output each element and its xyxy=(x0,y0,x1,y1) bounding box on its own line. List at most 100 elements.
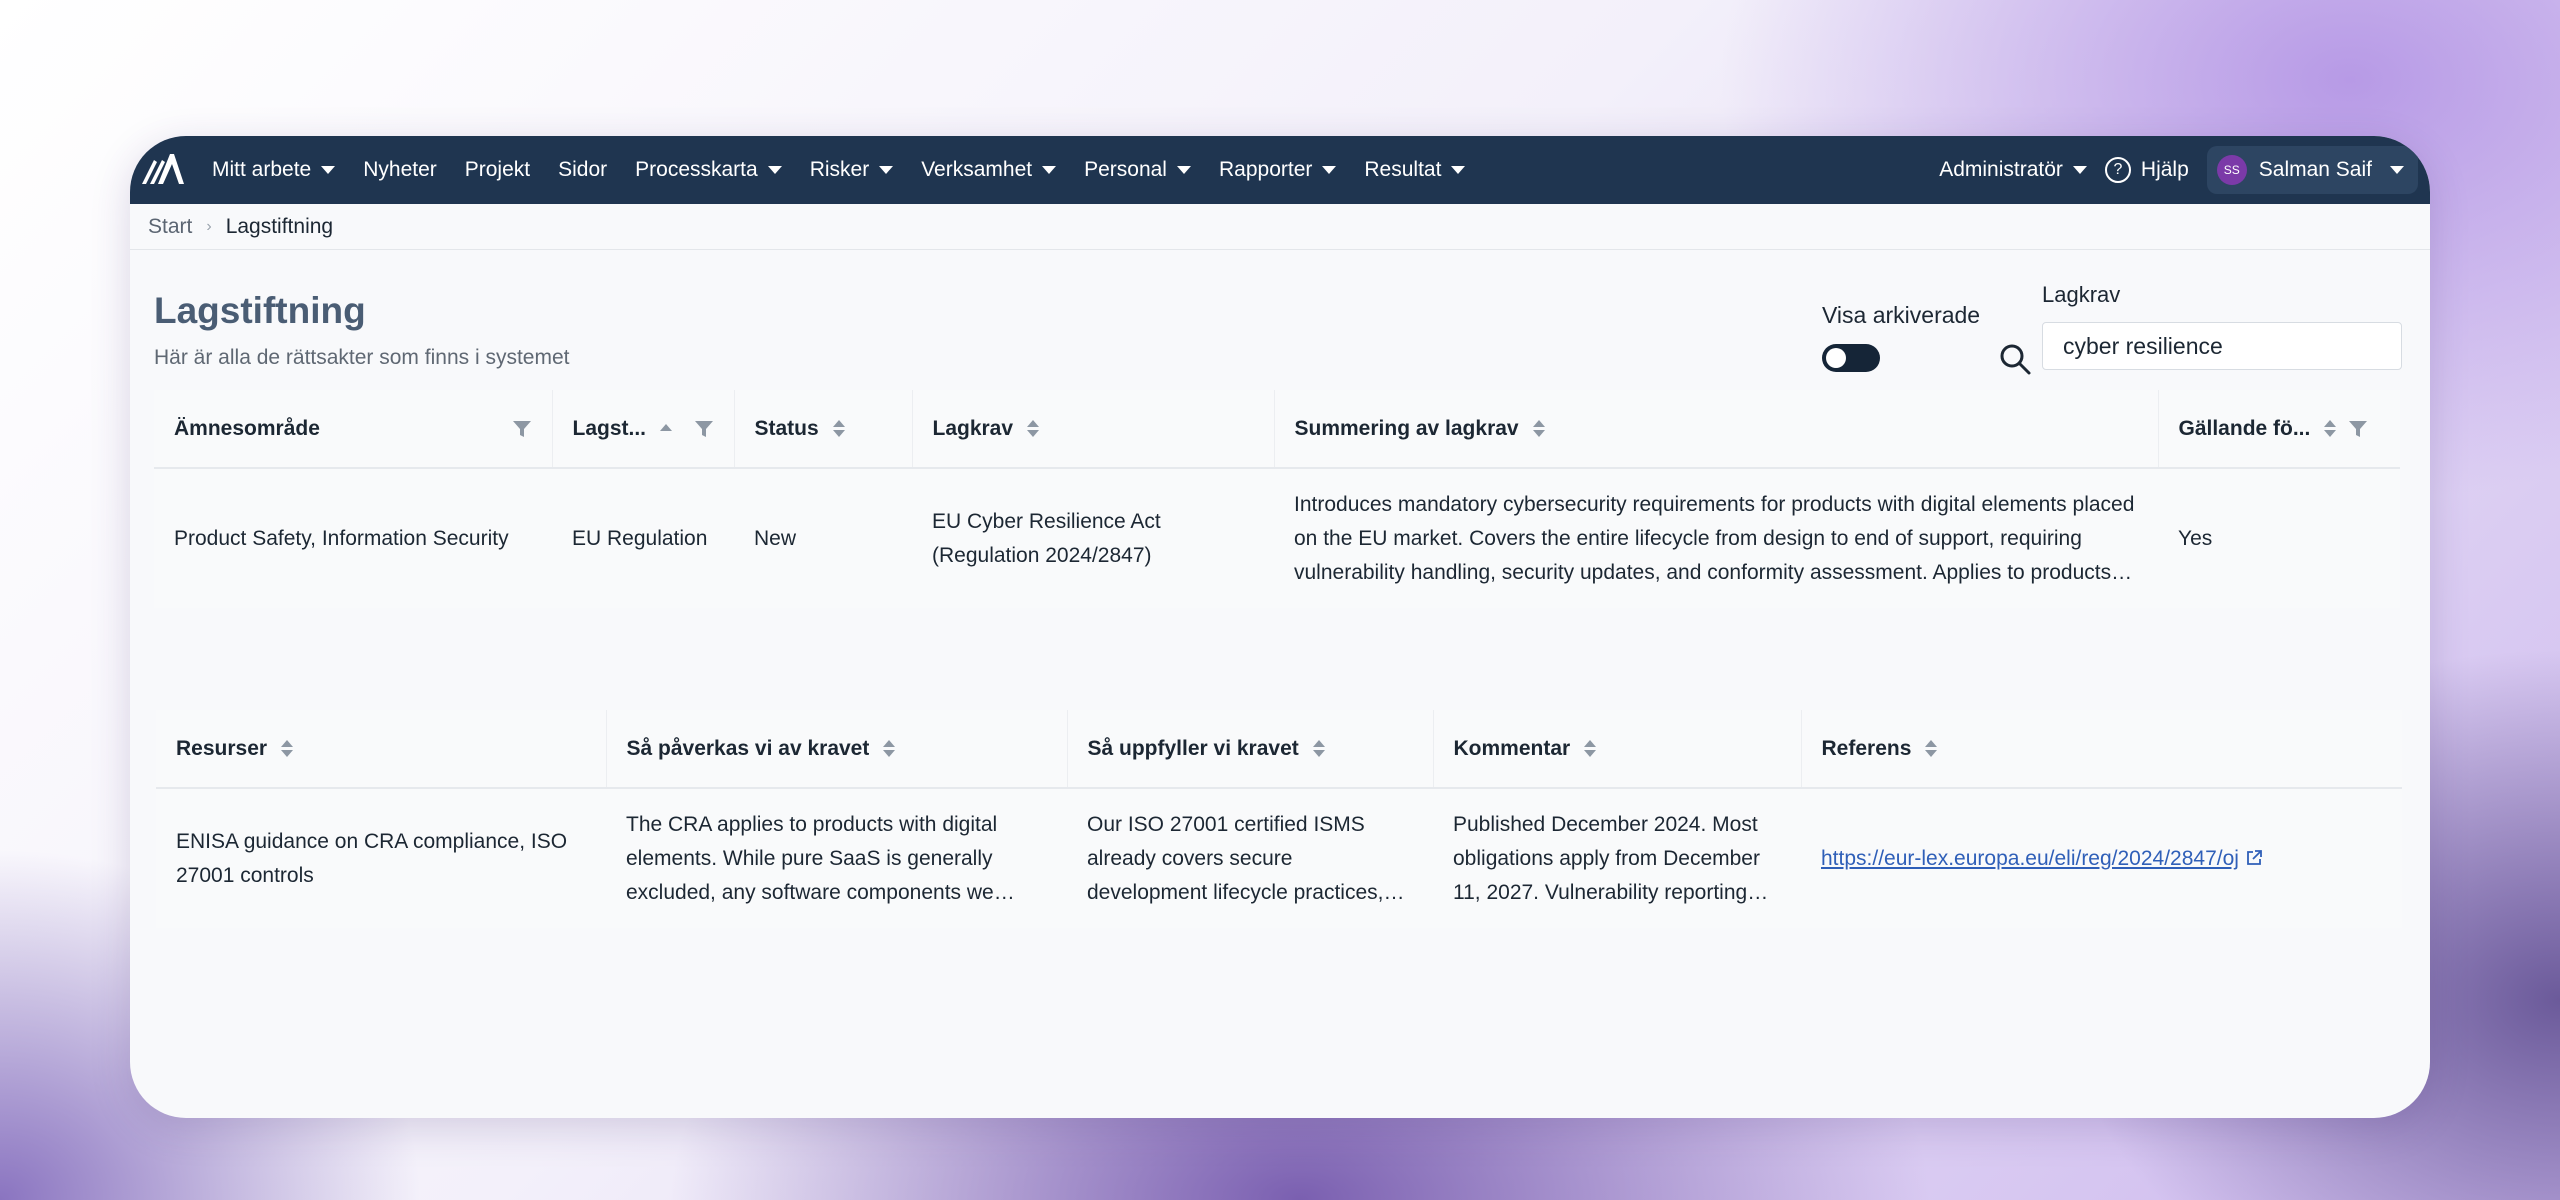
col-impact[interactable]: Så påverkas vi av kravet xyxy=(606,710,1068,789)
table-row[interactable]: ENISA guidance on CRA compliance, ISO 27… xyxy=(156,788,2402,928)
table-row[interactable]: Product Safety, Information Security EU … xyxy=(154,468,2400,608)
col-summary-label: Summering av lagkrav xyxy=(1294,416,1519,440)
cell-requirement: EU Cyber Resilience Act (Regulation 2024… xyxy=(932,509,1161,567)
admin-menu[interactable]: Administratör xyxy=(1939,158,2087,182)
chevron-down-icon xyxy=(879,166,894,174)
sort-icon[interactable] xyxy=(1027,420,1040,437)
col-applicable-label: Gällande fö... xyxy=(2178,416,2311,440)
col-subject-label: Ämnesområde xyxy=(174,416,320,440)
user-name: Salman Saif xyxy=(2258,158,2372,181)
nav-item-label: Projekt xyxy=(464,158,531,181)
chevron-down-icon xyxy=(2072,166,2087,174)
external-link-icon[interactable] xyxy=(2245,849,2263,867)
nav-item-nyheter[interactable]: Nyheter xyxy=(363,158,437,182)
help-icon: ? xyxy=(2104,157,2131,183)
search-icon[interactable] xyxy=(1998,342,2032,376)
col-fulfil-label: Så uppfyller vi kravet xyxy=(1087,736,1299,760)
filter-icon[interactable] xyxy=(512,419,532,439)
col-legislation[interactable]: Lagst... xyxy=(552,390,735,469)
cell-status: New xyxy=(754,526,797,550)
legislation-table: Ämnesområde Lagst... Status Lagkrav Summ… xyxy=(154,390,2400,608)
nav-item-personal[interactable]: Personal xyxy=(1084,158,1191,182)
nav-item-label: Rapporter xyxy=(1218,158,1313,181)
cell-fulfil: Our ISO 27001 certified ISMS already cov… xyxy=(1067,788,1433,928)
nav-item-verksamhet[interactable]: Verksamhet xyxy=(921,158,1057,182)
col-status[interactable]: Status xyxy=(734,390,913,469)
sort-icon[interactable] xyxy=(1925,740,1938,757)
search-label: Lagkrav xyxy=(2042,282,2121,307)
nav-item-risker[interactable]: Risker xyxy=(810,158,894,182)
nav-item-sidor[interactable]: Sidor xyxy=(558,158,607,182)
help-button[interactable]: ? Hjälp xyxy=(2104,157,2189,183)
nav-item-label: Processkarta xyxy=(635,158,758,181)
col-reference[interactable]: Referens xyxy=(1801,710,2402,789)
sort-icon[interactable] xyxy=(2324,420,2337,437)
reference-link[interactable]: https://eur-lex.europa.eu/eli/reg/2024/2… xyxy=(1821,847,2239,870)
nav-item-label: Verksamhet xyxy=(921,158,1033,181)
page-title: Lagstiftning xyxy=(154,290,366,331)
col-requirement[interactable]: Lagkrav xyxy=(912,390,1275,469)
cell-comment: Published December 2024. Most obligation… xyxy=(1433,788,1801,928)
col-reference-label: Referens xyxy=(1821,736,1912,760)
chevron-down-icon xyxy=(1322,166,1337,174)
col-summary[interactable]: Summering av lagkrav xyxy=(1274,390,2159,469)
user-menu[interactable]: SS Salman Saif xyxy=(2206,146,2418,194)
breadcrumb-current: Lagstiftning xyxy=(225,214,334,238)
search-input[interactable] xyxy=(2042,322,2402,370)
sort-icon[interactable] xyxy=(1312,740,1325,757)
nav-menu: Mitt arbete Nyheter Projekt Sidor Processkar… xyxy=(212,158,1493,182)
top-navbar: Mitt arbete Nyheter Projekt Sidor Processkar… xyxy=(130,136,2430,204)
toggle-knob xyxy=(1826,348,1846,368)
archived-toggle[interactable] xyxy=(1822,344,1880,372)
col-resources[interactable]: Resurser xyxy=(156,710,607,789)
app-window: Mitt arbete Nyheter Projekt Sidor Processkar… xyxy=(130,136,2430,1118)
nav-item-label: Risker xyxy=(809,158,870,181)
chevron-down-icon xyxy=(1176,166,1191,174)
nav-item-label: Resultat xyxy=(1364,158,1442,181)
help-label: Hjälp xyxy=(2140,158,2189,181)
nav-item-processkarta[interactable]: Processkarta xyxy=(635,158,782,182)
table-header-row: Ämnesområde Lagst... Status Lagkrav Summ… xyxy=(154,390,2400,469)
breadcrumb: Start › Lagstiftning xyxy=(130,204,2430,250)
nav-item-label: Sidor xyxy=(558,158,608,181)
impact-text: The CRA applies to products with digital… xyxy=(626,812,998,904)
sort-asc-icon[interactable] xyxy=(660,423,673,434)
col-resources-label: Resurser xyxy=(176,736,268,760)
table-header-row: Resurser Så påverkas vi av kravet Så upp… xyxy=(156,710,2402,789)
app-logo[interactable] xyxy=(140,147,186,193)
col-status-label: Status xyxy=(754,416,819,440)
col-comment-label: Kommentar xyxy=(1453,736,1571,760)
nav-item-projekt[interactable]: Projekt xyxy=(465,158,530,182)
col-legislation-label: Lagst... xyxy=(572,416,647,440)
sort-icon[interactable] xyxy=(1584,740,1597,757)
nav-item-mitt-arbete[interactable]: Mitt arbete xyxy=(212,158,336,182)
nav-item-resultat[interactable]: Resultat xyxy=(1364,158,1466,182)
col-subject[interactable]: Ämnesområde xyxy=(154,390,553,469)
col-impact-label: Så påverkas vi av kravet xyxy=(626,736,870,760)
details-table: Resurser Så påverkas vi av kravet Så upp… xyxy=(156,710,2402,928)
sort-icon[interactable] xyxy=(1532,420,1545,437)
sort-icon[interactable] xyxy=(281,740,294,757)
col-comment[interactable]: Kommentar xyxy=(1433,710,1802,789)
sort-icon[interactable] xyxy=(883,740,896,757)
nav-item-rapporter[interactable]: Rapporter xyxy=(1218,158,1337,182)
page-header: Lagstiftning Här är alla de rättsakter s… xyxy=(130,250,2430,390)
filter-icon[interactable] xyxy=(2348,419,2368,439)
page-subtitle: Här är alla de rättsakter som finns i sy… xyxy=(154,346,570,369)
col-fulfil[interactable]: Så uppfyller vi kravet xyxy=(1067,710,1434,789)
cell-reference: https://eur-lex.europa.eu/eli/reg/2024/2… xyxy=(1801,788,2402,928)
col-applicable[interactable]: Gällande fö... xyxy=(2158,390,2400,469)
cell-summary: Introduces mandatory cybersecurity requi… xyxy=(1274,468,2158,608)
nav-item-label: Nyheter xyxy=(363,158,437,181)
avatar: SS xyxy=(2216,155,2247,185)
summary-text: Introduces mandatory cybersecurity requi… xyxy=(1294,492,2135,584)
breadcrumb-start[interactable]: Start xyxy=(148,215,192,239)
chevron-down-icon xyxy=(2390,166,2404,174)
cell-resources: ENISA guidance on CRA compliance, ISO 27… xyxy=(176,829,568,887)
chevron-down-icon xyxy=(1451,166,1466,174)
filter-icon[interactable] xyxy=(694,419,714,439)
comment-text: Published December 2024. Most obligation… xyxy=(1453,812,1760,904)
sort-icon[interactable] xyxy=(832,420,845,437)
chevron-down-icon xyxy=(767,166,782,174)
nav-right: Administratör ? Hjälp SS Salman Saif xyxy=(1939,146,2418,194)
